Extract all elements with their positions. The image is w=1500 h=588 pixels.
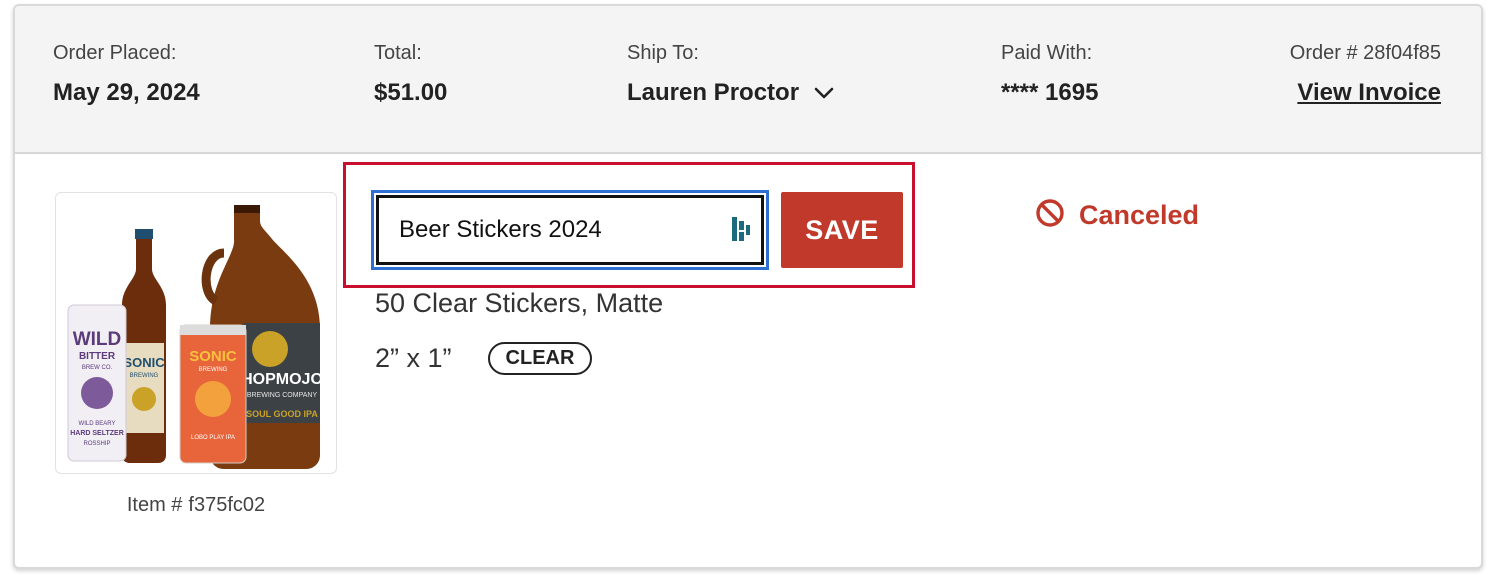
can1-line2: BITTER [79,351,116,362]
total-col: Total: $51.00 [374,42,447,107]
total-value: $51.00 [374,79,448,106]
can2-bottom: LOBO PLAY IPA [191,435,235,441]
order-card: Order Placed: May 29, 2024 Total: $51.00… [13,4,1483,569]
password-manager-icon[interactable] [730,215,752,248]
order-number: Order # 28f04f85 [1289,42,1441,64]
paid-with-col: Paid With: **** 1695 [1001,42,1098,107]
finish-badge: CLEAR [487,342,593,375]
can1-line4: WILD BEARY [79,421,116,427]
prohibited-icon [1035,198,1065,233]
bottle-brand: SONIC [123,355,165,370]
order-header: Order Placed: May 29, 2024 Total: $51.00… [15,6,1481,154]
item-number-label: Item # [126,494,183,516]
product-image: HOPMOJO BREWING COMPANY SOUL GOOD IPA SO… [67,205,323,469]
can1-line1: WILD [73,329,122,350]
growler-brand: HOPMOJO [241,371,323,388]
item-number-value: f375fc02 [188,494,266,516]
paid-with-label: Paid With: [1001,42,1093,64]
item-number: Item # f375fc02 [55,494,337,517]
ship-to-col: Ship To: Lauren Proctor [627,42,835,107]
chevron-down-icon[interactable] [813,86,835,100]
status-text: Canceled [1079,200,1200,230]
growler-bottom: SOUL GOOD IPA [246,409,318,419]
product-description: 50 Clear Stickers, Matte [375,288,664,318]
can1-line5: HARD SELTZER [70,430,124,437]
order-placed-col: Order Placed: May 29, 2024 [53,42,200,107]
item-name-input[interactable] [376,195,764,265]
item-name-field[interactable] [371,190,769,270]
ship-to-dropdown[interactable]: Lauren Proctor [627,79,835,107]
paid-with-value: **** 1695 [1001,79,1099,106]
ship-to-value: Lauren Proctor [627,79,800,106]
can1-line6: ROSSHIP [83,441,110,447]
ship-to-label: Ship To: [627,42,699,64]
view-invoice-link[interactable]: View Invoice [1297,79,1441,107]
order-placed-label: Order Placed: [53,42,177,64]
product-size: 2” x 1” [375,343,452,373]
can2-sub: BREWING [199,367,228,373]
save-button[interactable]: SAVE [781,192,903,268]
total-label: Total: [374,42,422,64]
growler-sub: BREWING COMPANY [247,392,318,399]
can1-line3: BREW CO. [82,365,113,371]
order-placed-value: May 29, 2024 [53,79,200,106]
product-size-row: 2” x 1” CLEAR [375,342,593,375]
order-status: Canceled [1035,198,1199,233]
product-thumbnail: HOPMOJO BREWING COMPANY SOUL GOOD IPA SO… [55,192,337,474]
bottle-sub: BREWING [130,373,159,379]
order-number-col: Order # 28f04f85 View Invoice [1290,42,1441,107]
can2-brand: SONIC [189,348,237,365]
